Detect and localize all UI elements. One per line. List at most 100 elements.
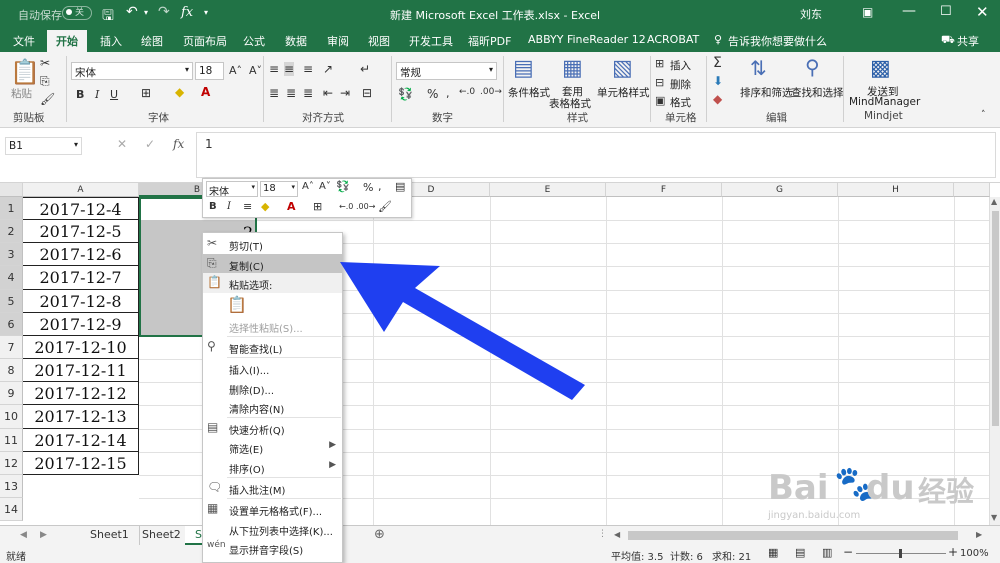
sort-filter-label[interactable]: 排序和筛选 (740, 85, 793, 100)
mini-fill-color-icon[interactable]: ◆ (261, 200, 269, 213)
format-cells-icon[interactable]: ▣ (655, 94, 665, 107)
insert-cells-label[interactable]: 插入 (670, 58, 691, 73)
vertical-scrollbar[interactable]: ▲ ▼ (989, 197, 1000, 525)
accounting-format-icon[interactable]: 💱 (398, 87, 413, 101)
cell-styles-icon[interactable]: ▧ (612, 56, 633, 81)
font-name-select[interactable]: 宋体 ▾ (71, 62, 193, 80)
tab-developer[interactable]: 开发工具 (409, 33, 453, 49)
find-select-icon[interactable]: ⚲ (805, 55, 820, 79)
align-center-icon[interactable]: ≣ (286, 86, 296, 100)
ribbon-display-icon[interactable]: ▣ (862, 5, 873, 19)
name-box[interactable]: B1 ▾ (5, 137, 82, 155)
insert-cells-icon[interactable]: ⊞ (655, 57, 664, 70)
cell-a3[interactable]: 2017-12-6 (23, 243, 139, 266)
mini-increase-decimal-icon[interactable]: ←.0 (339, 202, 353, 211)
underline-icon[interactable]: U (110, 88, 118, 101)
vertical-scroll-thumb[interactable] (992, 211, 999, 426)
confirm-edit-icon[interactable]: ✓ (145, 137, 155, 151)
page-break-view-icon[interactable]: ▥ (822, 546, 832, 559)
menu-sort[interactable]: 排序(O) ▶ (203, 457, 342, 477)
conditional-format-label[interactable]: 条件格式 (508, 85, 550, 100)
mini-font-select[interactable]: 宋体 ▾ (206, 181, 258, 198)
cell-a12[interactable]: 2017-12-15 (23, 452, 139, 475)
col-header-i[interactable] (954, 183, 990, 197)
col-header-a[interactable]: A (23, 183, 139, 197)
row-header-7[interactable]: 7 (0, 336, 23, 359)
menu-filter[interactable]: 筛选(E) ▶ (203, 437, 342, 457)
row-header-5[interactable]: 5 (0, 290, 23, 313)
tab-split-handle[interactable]: ⋮ (598, 529, 607, 539)
mini-italic-icon[interactable]: I (227, 201, 231, 212)
merge-center-icon[interactable]: ⊟ (362, 86, 372, 100)
save-icon[interactable]: 🖫 (102, 5, 114, 29)
zoom-in-icon[interactable]: + (948, 545, 958, 559)
copy-icon[interactable]: ⎘ (40, 74, 50, 89)
align-left-icon[interactable]: ≣ (269, 86, 279, 100)
tab-acrobat[interactable]: ACROBAT (647, 33, 699, 46)
cancel-edit-icon[interactable]: ✕ (117, 137, 127, 151)
insert-function-icon[interactable]: fx (173, 137, 184, 151)
cell-a8[interactable]: 2017-12-11 (23, 359, 139, 382)
row-header-1[interactable]: 1 (0, 197, 23, 220)
formula-input[interactable]: 1 (196, 132, 996, 178)
redo-icon[interactable]: ↷ (158, 4, 170, 20)
tab-draw[interactable]: 绘图 (141, 33, 163, 49)
delete-cells-icon[interactable]: ⊟ (655, 76, 664, 89)
tab-insert[interactable]: 插入 (100, 33, 122, 49)
menu-quick-analysis[interactable]: ▤ 快速分析(Q) (203, 418, 342, 438)
conditional-format-icon[interactable]: ▤ (513, 56, 534, 81)
scroll-down-icon[interactable]: ▼ (991, 513, 997, 522)
table-format-label-2[interactable]: 表格格式 (549, 96, 591, 111)
collapse-ribbon-icon[interactable]: ˄ (981, 110, 986, 120)
cell-a11[interactable]: 2017-12-14 (23, 429, 139, 452)
mindmanager-icon[interactable]: ▩ (870, 56, 891, 81)
bold-icon[interactable]: B (76, 88, 84, 101)
horizontal-scroll-thumb[interactable] (628, 531, 958, 540)
increase-decimal-icon[interactable]: ←.0 (459, 87, 475, 97)
cut-icon[interactable]: ✂ (40, 56, 50, 70)
mini-borders-icon[interactable]: ⊞ (313, 200, 322, 213)
add-sheet-icon[interactable]: ⊕ (374, 527, 385, 542)
maximize-icon[interactable]: ☐ (940, 4, 952, 19)
mini-align-icon[interactable]: ≡ (243, 200, 252, 213)
wrap-text-icon[interactable]: ↵ (360, 62, 370, 76)
send-to-label-2[interactable]: MindManager (849, 96, 920, 108)
next-sheet-icon[interactable]: ▶ (40, 530, 47, 540)
scroll-left-icon[interactable]: ◀ (614, 530, 620, 539)
tab-abbyy[interactable]: ABBYY FineReader 12 (528, 33, 646, 46)
format-painter-icon[interactable]: 🖌 (40, 92, 55, 106)
number-format-select[interactable]: 常规 ▾ (396, 62, 497, 80)
share-button[interactable]: 共享 (957, 33, 979, 49)
menu-show-phonetic[interactable]: wén 显示拼音字段(S) (203, 538, 342, 558)
align-right-icon[interactable]: ≣ (303, 86, 313, 100)
mini-size-select[interactable]: 18 ▾ (260, 181, 298, 197)
mini-format-painter-icon[interactable]: 🖌 (378, 200, 392, 213)
clear-icon[interactable]: ◆ (713, 92, 722, 106)
row-header-12[interactable]: 12 (0, 452, 23, 475)
mini-shrink-font-icon[interactable]: A˅ (319, 181, 331, 192)
mini-decrease-decimal-icon[interactable]: .00→ (356, 202, 375, 211)
customize-qat-icon[interactable]: ▾ (204, 8, 208, 17)
decrease-decimal-icon[interactable]: .00→ (480, 87, 502, 97)
fill-color-icon[interactable]: ◆ (175, 85, 184, 99)
tab-page-layout[interactable]: 页面布局 (183, 33, 227, 49)
function-icon[interactable]: fx (181, 5, 193, 20)
percent-icon[interactable]: % (427, 87, 438, 101)
close-icon[interactable]: ✕ (976, 3, 989, 21)
mini-percent-icon[interactable]: % (363, 181, 373, 194)
tab-formulas[interactable]: 公式 (243, 33, 265, 49)
font-size-select[interactable]: 18 (195, 62, 224, 80)
cell-a9[interactable]: 2017-12-12 (23, 382, 139, 405)
orientation-icon[interactable]: ↗ (323, 62, 333, 76)
increase-indent-icon[interactable]: ⇥ (340, 86, 350, 100)
tab-view[interactable]: 视图 (368, 33, 390, 49)
menu-insert-comment[interactable]: 🗨 插入批注(M) (203, 478, 342, 498)
zoom-level[interactable]: 100% (960, 548, 989, 559)
mini-comma-icon[interactable]: , (378, 180, 382, 193)
cell-a7[interactable]: 2017-12-10 (23, 336, 139, 359)
row-header-13[interactable]: 13 (0, 475, 23, 498)
sort-filter-icon[interactable]: ⇅ (750, 56, 767, 80)
mini-font-color-icon[interactable]: A (287, 200, 296, 213)
normal-view-icon[interactable]: ▦ (768, 546, 778, 559)
grow-font-icon[interactable]: A˄ (229, 64, 242, 77)
